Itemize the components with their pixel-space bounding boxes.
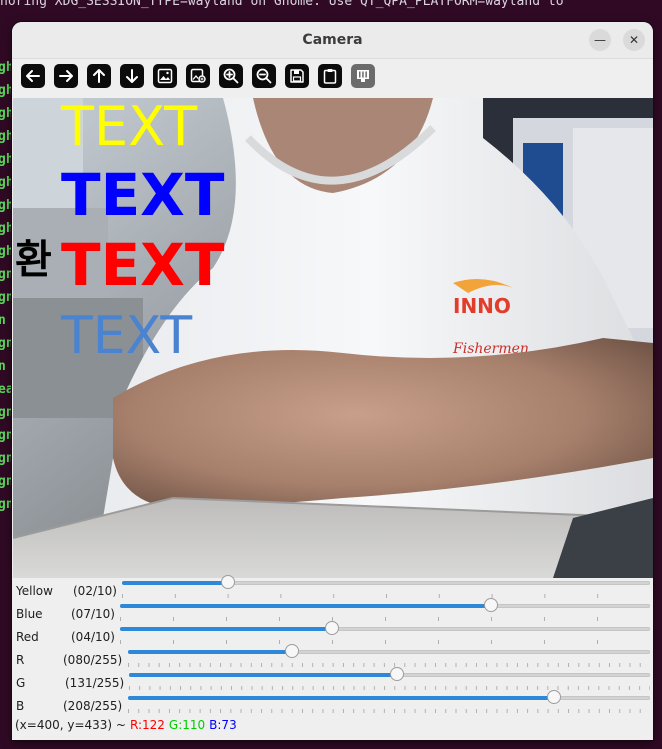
blue-text: TEXT bbox=[61, 161, 225, 229]
arrow-left-icon[interactable] bbox=[21, 64, 45, 88]
pixel-b-value: B:73 bbox=[209, 718, 237, 732]
pixel-r-value: R:122 bbox=[129, 718, 165, 732]
trackbar-yellow[interactable]: Yellow (02/10) bbox=[12, 575, 653, 601]
clipboard-icon[interactable] bbox=[318, 64, 342, 88]
camera-window: Camera — ✕ INNO Fishermen TEXT TEXT 환 TE… bbox=[12, 22, 653, 740]
properties-icon[interactable] bbox=[351, 64, 375, 88]
svg-text:INNO: INNO bbox=[453, 294, 511, 318]
close-button[interactable]: ✕ bbox=[623, 29, 645, 51]
window-title: Camera bbox=[302, 32, 363, 48]
pixel-g-value: G:110 bbox=[168, 718, 206, 732]
terminal-top-line: noring XDG_SESSION_TYPE=wayland on Gnome… bbox=[0, 0, 564, 9]
slider-fill bbox=[128, 696, 554, 700]
trackbar-label: R bbox=[16, 653, 25, 667]
trackbar-label: Yellow bbox=[16, 584, 53, 598]
trackbar-label: Blue bbox=[16, 607, 43, 621]
slider-fill bbox=[122, 581, 228, 585]
slider-fill bbox=[129, 673, 397, 677]
slider-ticks bbox=[120, 640, 650, 644]
trackbar-value: (07/10) bbox=[71, 607, 115, 621]
trackbar-value: (04/10) bbox=[71, 630, 115, 644]
arrow-right-icon[interactable] bbox=[54, 64, 78, 88]
trackbar-r[interactable]: R (080/255) bbox=[12, 644, 653, 670]
cursor-coordinates: (x=400, y=433) ~ bbox=[15, 718, 126, 732]
trackbar-g[interactable]: G (131/255) bbox=[12, 667, 653, 693]
trackbar-b[interactable]: B (208/255) bbox=[12, 690, 653, 716]
slider-ticks bbox=[128, 709, 650, 713]
yellow-text: TEXT bbox=[61, 98, 198, 158]
zoom-out-icon[interactable] bbox=[252, 64, 276, 88]
trackbar-label: B bbox=[16, 699, 25, 713]
trackbar-red[interactable]: Red (04/10) bbox=[12, 621, 653, 647]
slider-ticks bbox=[120, 617, 650, 621]
slider[interactable] bbox=[128, 690, 650, 713]
titlebar: Camera — ✕ bbox=[12, 22, 653, 59]
slider-fill bbox=[120, 627, 332, 631]
trackbar-value: (02/10) bbox=[73, 584, 117, 598]
trackbar-value: (080/255) bbox=[63, 653, 123, 667]
trackbar-label: G bbox=[16, 676, 26, 690]
image-edit-icon[interactable] bbox=[186, 64, 210, 88]
custom-color-text: TEXT bbox=[61, 306, 193, 366]
slider-handle[interactable] bbox=[284, 644, 299, 658]
terminal-fragment: n bbox=[0, 313, 6, 328]
save-icon[interactable] bbox=[285, 64, 309, 88]
slider[interactable] bbox=[129, 667, 650, 690]
trackbar-value: (208/255) bbox=[63, 699, 123, 713]
slider-ticks bbox=[129, 686, 650, 690]
arrow-up-icon[interactable] bbox=[87, 64, 111, 88]
trackbar-label: Red bbox=[16, 630, 39, 644]
korean-character: 환 bbox=[15, 237, 52, 283]
slider[interactable] bbox=[128, 644, 650, 667]
slider-handle[interactable] bbox=[220, 575, 235, 589]
slider[interactable] bbox=[120, 598, 650, 621]
slider-handle[interactable] bbox=[546, 690, 561, 704]
slider[interactable] bbox=[120, 621, 650, 644]
camera-view[interactable]: INNO Fishermen TEXT TEXT 환 TEXT TEXT bbox=[13, 98, 653, 578]
slider-handle[interactable] bbox=[325, 621, 339, 635]
slider-fill bbox=[120, 604, 491, 608]
terminal-fragment: n bbox=[0, 359, 6, 374]
red-text: TEXT bbox=[61, 231, 225, 299]
status-bar: (x=400, y=433) ~ R:122 G:110 B:73 bbox=[15, 718, 241, 732]
zoom-in-icon[interactable] bbox=[219, 64, 243, 88]
slider[interactable] bbox=[122, 575, 650, 598]
minimize-button[interactable]: — bbox=[589, 29, 611, 51]
slider-handle[interactable] bbox=[484, 598, 498, 612]
slider-handle[interactable] bbox=[389, 667, 404, 681]
slider-ticks bbox=[128, 663, 650, 667]
slider-fill bbox=[128, 650, 292, 654]
trackbar-value: (131/255) bbox=[65, 676, 125, 690]
slider-ticks bbox=[122, 594, 650, 598]
image-icon[interactable] bbox=[153, 64, 177, 88]
arrow-down-icon[interactable] bbox=[120, 64, 144, 88]
